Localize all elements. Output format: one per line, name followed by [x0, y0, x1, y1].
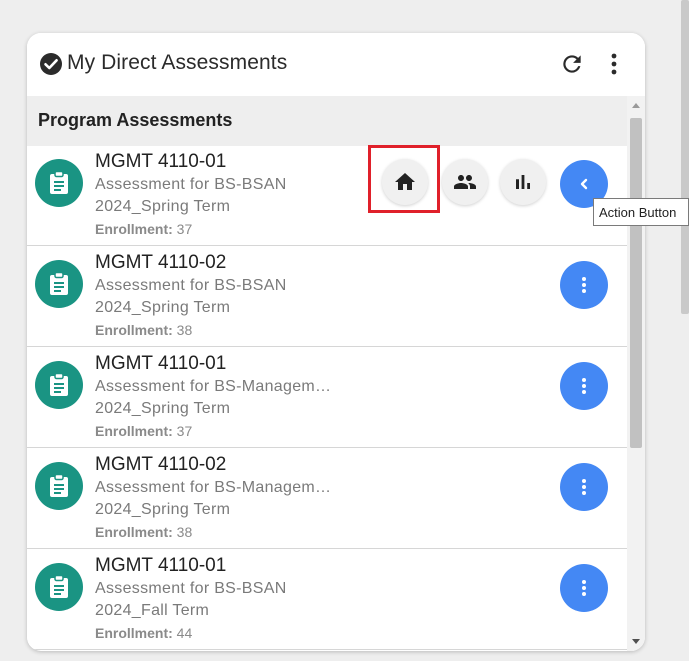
- term-name: 2024_Spring Term: [95, 400, 231, 417]
- enrollment-count: 37: [176, 221, 193, 237]
- program-name: Assessment for BS-BSAN: [95, 580, 287, 597]
- program-name: Assessment for BS-BSAN: [95, 277, 287, 294]
- assessment-avatar: [35, 260, 83, 308]
- scroll-thumb[interactable]: [630, 118, 642, 448]
- enrollment-label: Enrollment:: [95, 524, 173, 540]
- program-name: Assessment for BS-Managem…: [95, 378, 332, 395]
- enrollment: Enrollment: 38: [95, 322, 192, 338]
- check-circle-icon: [40, 53, 62, 75]
- clipboard-icon: [50, 170, 68, 194]
- enrollment-count: 38: [176, 524, 193, 540]
- enrollment-count: 37: [176, 423, 193, 439]
- course-code: MGMT 4110-01: [95, 151, 227, 172]
- clipboard-icon: [50, 574, 68, 598]
- assessment-row[interactable]: MGMT 4110-01 Assessment for BS-BSAN 2024…: [27, 550, 627, 650]
- more-vert-icon: [582, 277, 586, 293]
- assessment-row[interactable]: MGMT 4110-01 Assessment for BS-Managem… …: [27, 348, 627, 448]
- action-button[interactable]: [560, 261, 608, 309]
- assessment-avatar: [35, 361, 83, 409]
- chevron-left-icon: [580, 178, 588, 190]
- action-button[interactable]: [560, 564, 608, 612]
- term-name: 2024_Spring Term: [95, 198, 231, 215]
- people-icon: [454, 175, 476, 189]
- refresh-icon[interactable]: [559, 51, 585, 77]
- more-vert-icon[interactable]: [603, 51, 625, 77]
- term-name: 2024_Fall Term: [95, 602, 210, 619]
- enrollment-label: Enrollment:: [95, 625, 173, 641]
- enrollment-count: 38: [176, 322, 193, 338]
- clipboard-icon: [50, 271, 68, 295]
- clipboard-icon: [50, 372, 68, 396]
- assessment-row[interactable]: MGMT 4110-01 Assessment for BS-BSAN 2024…: [27, 146, 627, 246]
- enrollment-label: Enrollment:: [95, 221, 173, 237]
- assessment-row[interactable]: MGMT 4110-02 Assessment for BS-Managem… …: [27, 449, 627, 549]
- term-name: 2024_Spring Term: [95, 501, 231, 518]
- enrollment-label: Enrollment:: [95, 423, 173, 439]
- action-button-tooltip: Action Button: [593, 198, 689, 226]
- course-code: MGMT 4110-01: [95, 353, 227, 374]
- program-name: Assessment for BS-Managem…: [95, 479, 332, 496]
- highlight-annotation: [368, 145, 440, 213]
- section-header: Program Assessments: [27, 96, 627, 146]
- direct-assessments-card: My Direct Assessments Program Assessment…: [27, 33, 645, 651]
- course-code: MGMT 4110-02: [95, 252, 227, 273]
- action-button[interactable]: [560, 362, 608, 410]
- enrollment-label: Enrollment:: [95, 322, 173, 338]
- clipboard-icon: [50, 473, 68, 497]
- action-button[interactable]: [560, 463, 608, 511]
- enrollment: Enrollment: 37: [95, 221, 192, 237]
- people-button[interactable]: [442, 159, 488, 205]
- list-scrollbar[interactable]: [627, 96, 645, 651]
- bar-chart-icon: [516, 175, 530, 189]
- enrollment-count: 44: [176, 625, 193, 641]
- term-name: 2024_Spring Term: [95, 299, 231, 316]
- enrollment: Enrollment: 38: [95, 524, 192, 540]
- assessment-avatar: [35, 563, 83, 611]
- chart-button[interactable]: [500, 159, 546, 205]
- page-scrollbar[interactable]: [681, 0, 689, 314]
- enrollment: Enrollment: 37: [95, 423, 192, 439]
- card-header: My Direct Assessments: [27, 33, 645, 96]
- scroll-up-icon[interactable]: [632, 103, 640, 108]
- assessment-avatar: [35, 462, 83, 510]
- enrollment: Enrollment: 44: [95, 625, 192, 641]
- assessment-row[interactable]: MGMT 4110-02 Assessment for BS-BSAN 2024…: [27, 247, 627, 347]
- scroll-down-icon[interactable]: [632, 639, 640, 644]
- card-title: My Direct Assessments: [67, 51, 288, 74]
- course-code: MGMT 4110-01: [95, 555, 227, 576]
- more-vert-icon: [582, 580, 586, 596]
- assessment-list: MGMT 4110-01 Assessment for BS-BSAN 2024…: [27, 146, 627, 651]
- section-title: Program Assessments: [38, 110, 233, 130]
- course-code: MGMT 4110-02: [95, 454, 227, 475]
- program-name: Assessment for BS-BSAN: [95, 176, 287, 193]
- assessment-avatar: [35, 159, 83, 207]
- more-vert-icon: [582, 479, 586, 495]
- more-vert-icon: [582, 378, 586, 394]
